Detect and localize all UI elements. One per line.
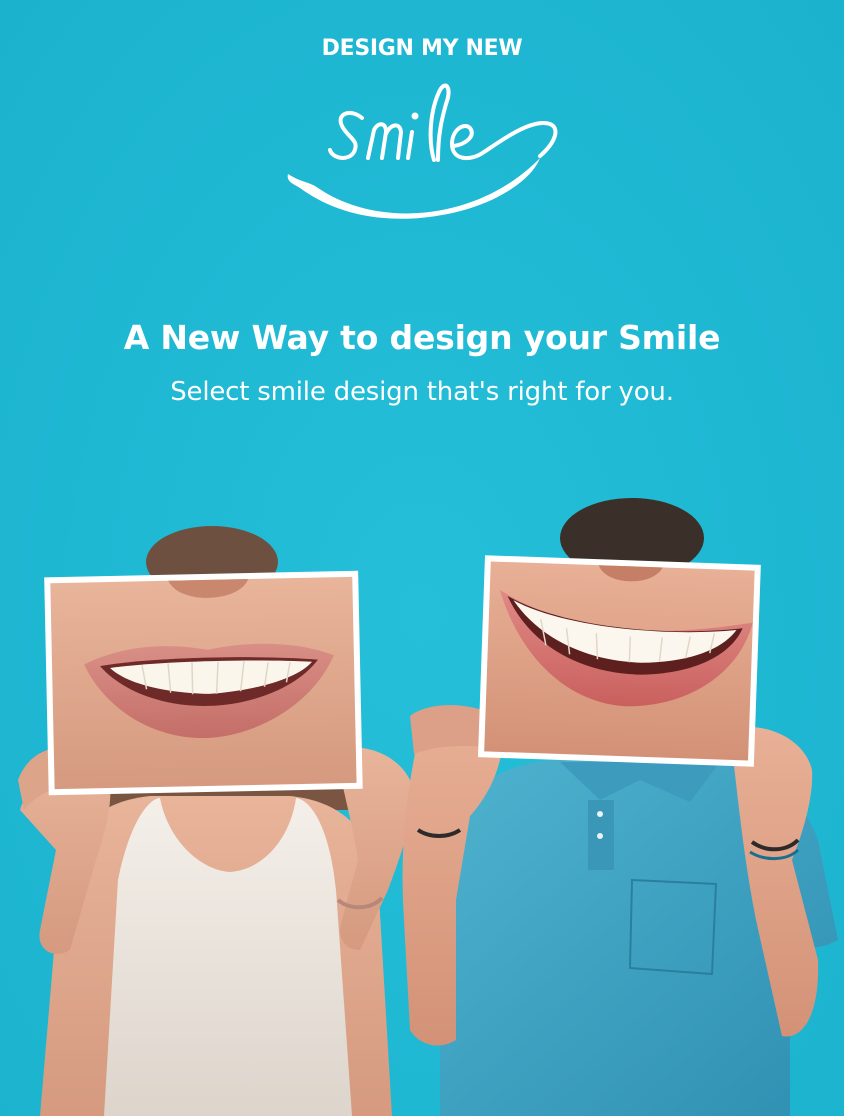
couple-smile-photo [0,480,844,1116]
hero-subheadline: Select smile design that's right for you… [170,377,674,407]
hero-headline: A New Way to design your Smile [123,318,721,357]
landing-page: DESIGN MY NEW A New Way to design your S… [0,0,844,1116]
couple-holding-smile-photos-image [18,498,838,1116]
logo-top-text: DESIGN MY NEW [321,36,523,61]
logo-smile-script [287,83,558,219]
brand-logo[interactable]: DESIGN MY NEW [270,30,574,230]
